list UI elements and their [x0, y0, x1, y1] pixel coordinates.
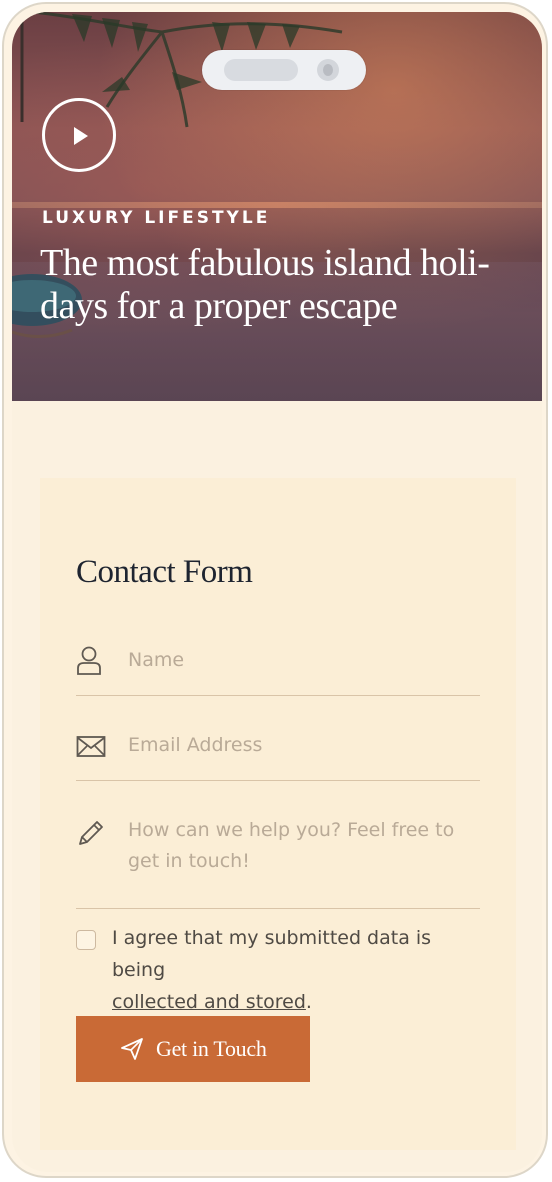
- envelope-icon: [76, 736, 106, 757]
- dynamic-island: [202, 50, 366, 90]
- phone-frame: LUXURY LIFESTYLE The most fabulous islan…: [2, 2, 548, 1178]
- consent-text: I agree that my submitted data is being c…: [112, 927, 432, 1013]
- message-field[interactable]: How can we help you? Feel free to get in…: [76, 808, 480, 909]
- camera-dot: [317, 59, 339, 81]
- name-field[interactable]: Name: [76, 638, 480, 696]
- hero-kicker: LUXURY LIFESTYLE: [42, 208, 271, 228]
- paper-plane-icon: [121, 1038, 143, 1060]
- message-placeholder: How can we help you? Feel free to get in…: [128, 819, 455, 872]
- user-icon: [77, 646, 101, 675]
- form-title: Contact Form: [76, 554, 253, 590]
- email-placeholder: Email Address: [128, 734, 263, 756]
- submit-label: Get in Touch: [156, 1036, 267, 1061]
- hero-banner: LUXURY LIFESTYLE The most fabulous islan…: [12, 12, 542, 401]
- hero-headline: The most fabulous island holi- days for …: [40, 242, 490, 327]
- name-placeholder: Name: [128, 649, 185, 671]
- screen: LUXURY LIFESTYLE The most fabulous islan…: [12, 12, 542, 1172]
- email-field[interactable]: Email Address: [76, 723, 480, 781]
- privacy-link[interactable]: collected and stored: [112, 991, 306, 1013]
- play-icon: [74, 127, 88, 145]
- play-video-button[interactable]: [42, 98, 116, 172]
- contact-card: Contact Form Name Email Address How can …: [40, 478, 516, 1150]
- pencil-icon: [79, 821, 103, 845]
- consent-checkbox[interactable]: [76, 930, 96, 950]
- get-in-touch-button[interactable]: Get in Touch: [76, 1016, 310, 1082]
